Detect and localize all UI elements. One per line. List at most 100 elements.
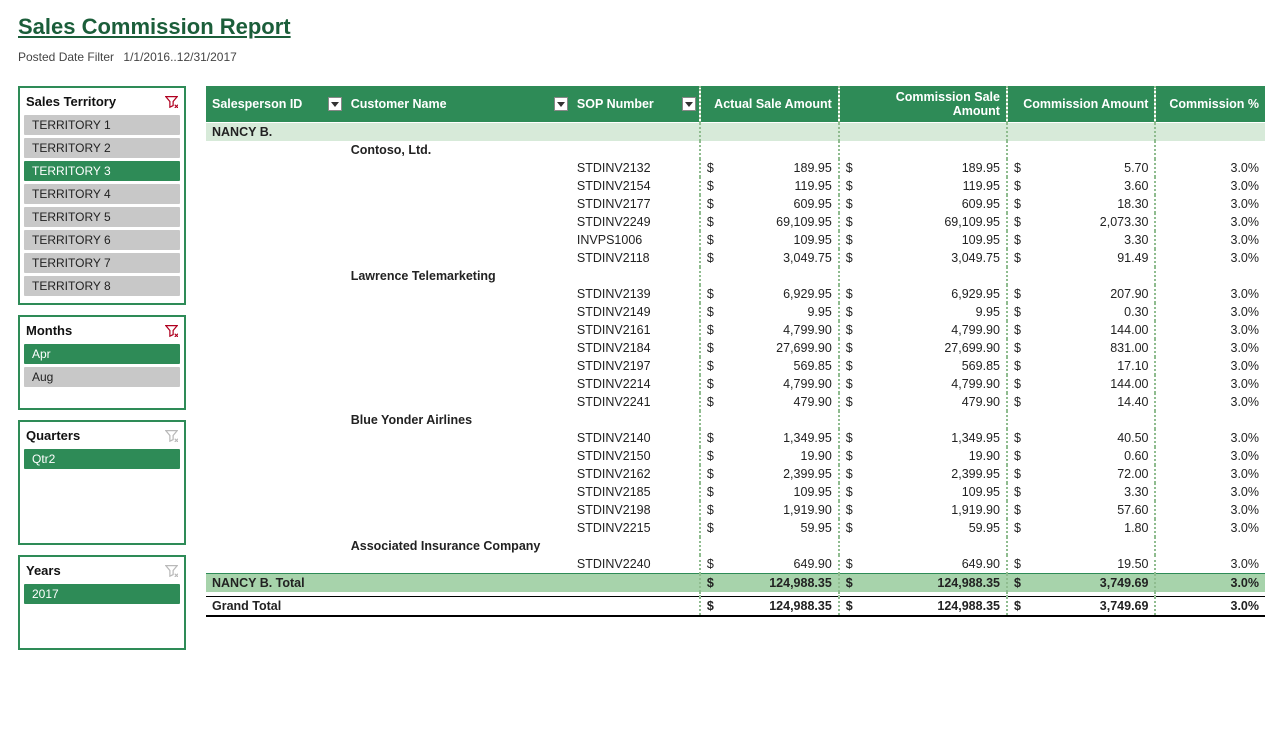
commission-sale-amount: 124,988.35 — [859, 597, 1007, 617]
table-row: STDINV2184$27,699.90$27,699.90$831.003.0… — [206, 339, 1265, 357]
currency-symbol: $ — [839, 375, 859, 393]
commission-pct: 3.0% — [1155, 339, 1265, 357]
commission-pct: 3.0% — [1155, 574, 1265, 593]
actual-amount: 479.90 — [720, 393, 839, 411]
commission-amount: 0.30 — [1027, 303, 1156, 321]
dropdown-icon[interactable] — [682, 97, 696, 111]
commission-pct: 3.0% — [1155, 213, 1265, 231]
commission-amount: 144.00 — [1027, 321, 1156, 339]
sop-number: STDINV2184 — [571, 339, 700, 357]
actual-amount: 124,988.35 — [720, 574, 839, 593]
commission-sale-amount: 109.95 — [859, 231, 1007, 249]
slicer-title: Quarters — [26, 428, 80, 443]
currency-symbol: $ — [1007, 483, 1027, 501]
currency-symbol: $ — [839, 393, 859, 411]
commission-amount: 72.00 — [1027, 465, 1156, 483]
report-table: Salesperson ID Customer Name SOP Number … — [206, 86, 1265, 617]
col-sop[interactable]: SOP Number — [571, 86, 700, 123]
table-row: STDINV2150$19.90$19.90$0.603.0% — [206, 447, 1265, 465]
clear-filter-icon[interactable] — [164, 324, 178, 338]
dropdown-icon[interactable] — [554, 97, 568, 111]
table-row: STDINV2139$6,929.95$6,929.95$207.903.0% — [206, 285, 1265, 303]
commission-pct: 3.0% — [1155, 285, 1265, 303]
table-row: STDINV2214$4,799.90$4,799.90$144.003.0% — [206, 375, 1265, 393]
slicer-item[interactable]: TERRITORY 4 — [24, 184, 180, 204]
slicer-item[interactable]: TERRITORY 7 — [24, 253, 180, 273]
slicer-item[interactable]: TERRITORY 6 — [24, 230, 180, 250]
currency-symbol: $ — [1007, 285, 1027, 303]
table-row: Blue Yonder Airlines — [206, 411, 1265, 429]
currency-symbol: $ — [1007, 465, 1027, 483]
table-row: STDINV2132$189.95$189.95$5.703.0% — [206, 159, 1265, 177]
col-comm-amt-label: Commission Amount — [1023, 97, 1148, 111]
currency-symbol: $ — [700, 597, 720, 617]
currency-symbol: $ — [700, 393, 720, 411]
commission-amount: 3.30 — [1027, 231, 1156, 249]
currency-symbol: $ — [700, 483, 720, 501]
salesperson-name: NANCY B. — [206, 123, 700, 142]
clear-filter-icon[interactable] — [164, 95, 178, 109]
slicer-item[interactable]: TERRITORY 2 — [24, 138, 180, 158]
actual-amount: 649.90 — [720, 555, 839, 574]
currency-symbol: $ — [1007, 159, 1027, 177]
slicer-header: Months — [24, 321, 180, 344]
sop-number: STDINV2198 — [571, 501, 700, 519]
table-row: STDINV2198$1,919.90$1,919.90$57.603.0% — [206, 501, 1265, 519]
currency-symbol: $ — [1007, 339, 1027, 357]
table-row: Associated Insurance Company — [206, 537, 1265, 555]
currency-symbol: $ — [1007, 303, 1027, 321]
slicer-item[interactable]: TERRITORY 3 — [24, 161, 180, 181]
actual-amount: 3,049.75 — [720, 249, 839, 267]
col-sop-label: SOP Number — [577, 97, 654, 111]
currency-symbol: $ — [700, 339, 720, 357]
currency-symbol: $ — [839, 303, 859, 321]
commission-amount: 1.80 — [1027, 519, 1156, 537]
currency-symbol: $ — [700, 321, 720, 339]
col-comm-pct[interactable]: Commission % — [1155, 86, 1265, 123]
slicer-item[interactable]: 2017 — [24, 584, 180, 604]
dropdown-icon[interactable] — [328, 97, 342, 111]
customer-name: Associated Insurance Company — [345, 537, 700, 555]
sop-number: STDINV2149 — [571, 303, 700, 321]
filter-label: Posted Date Filter — [18, 50, 114, 64]
commission-pct: 3.0% — [1155, 357, 1265, 375]
slicer-item[interactable]: TERRITORY 1 — [24, 115, 180, 135]
actual-amount: 6,929.95 — [720, 285, 839, 303]
table-row: STDINV2240$649.90$649.90$19.503.0% — [206, 555, 1265, 574]
clear-filter-icon[interactable] — [164, 429, 178, 443]
commission-pct: 3.0% — [1155, 321, 1265, 339]
sop-number: STDINV2140 — [571, 429, 700, 447]
currency-symbol: $ — [700, 375, 720, 393]
col-actual[interactable]: Actual Sale Amount — [700, 86, 839, 123]
slicer-item[interactable]: Qtr2 — [24, 449, 180, 469]
commission-sale-amount: 124,988.35 — [859, 574, 1007, 593]
report-title: Sales Commission Report — [18, 14, 1265, 40]
slicer-item[interactable]: Aug — [24, 367, 180, 387]
commission-pct: 3.0% — [1155, 465, 1265, 483]
slicer-item[interactable]: TERRITORY 5 — [24, 207, 180, 227]
actual-amount: 569.85 — [720, 357, 839, 375]
table-row: NANCY B. Total$124,988.35$124,988.35$3,7… — [206, 574, 1265, 593]
slicer-item[interactable]: Apr — [24, 344, 180, 364]
clear-filter-icon[interactable] — [164, 564, 178, 578]
commission-sale-amount: 19.90 — [859, 447, 1007, 465]
table-row: STDINV2197$569.85$569.85$17.103.0% — [206, 357, 1265, 375]
col-comm-amt[interactable]: Commission Amount — [1007, 86, 1156, 123]
slicer-item[interactable]: TERRITORY 8 — [24, 276, 180, 296]
col-comm-sale[interactable]: Commission Sale Amount — [839, 86, 1007, 123]
table-row: Lawrence Telemarketing — [206, 267, 1265, 285]
currency-symbol: $ — [1007, 429, 1027, 447]
currency-symbol: $ — [700, 555, 720, 574]
commission-sale-amount: 27,699.90 — [859, 339, 1007, 357]
col-salesperson[interactable]: Salesperson ID — [206, 86, 345, 123]
grand-total-label: Grand Total — [206, 597, 700, 617]
table-row: STDINV2118$3,049.75$3,049.75$91.493.0% — [206, 249, 1265, 267]
slicer-months: MonthsApr Aug — [18, 315, 186, 410]
commission-sale-amount: 609.95 — [859, 195, 1007, 213]
currency-symbol: $ — [700, 574, 720, 593]
col-customer[interactable]: Customer Name — [345, 86, 571, 123]
currency-symbol: $ — [700, 303, 720, 321]
currency-symbol: $ — [839, 339, 859, 357]
currency-symbol: $ — [1007, 597, 1027, 617]
sop-number: STDINV2150 — [571, 447, 700, 465]
